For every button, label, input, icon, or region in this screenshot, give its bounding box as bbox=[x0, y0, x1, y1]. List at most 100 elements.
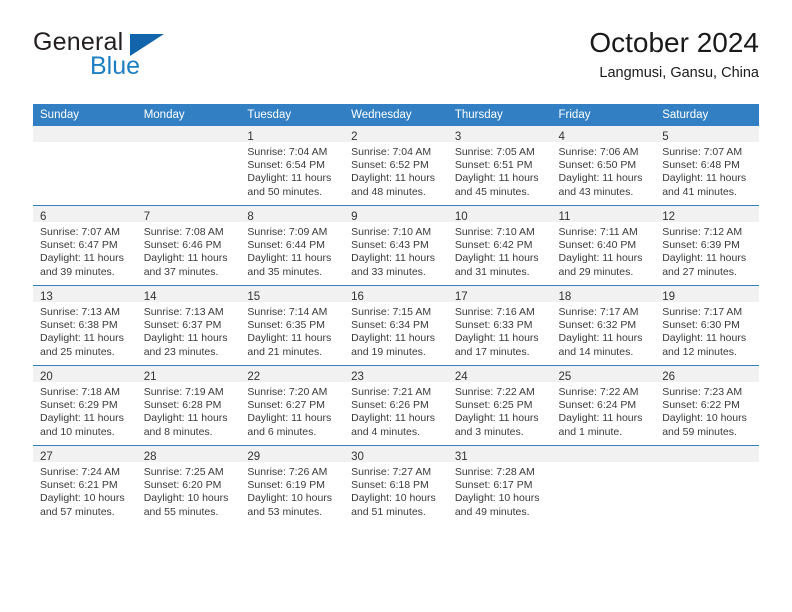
calendar-day-cell[interactable]: 17 Sunrise: 7:16 AM Sunset: 6:33 PM Dayligh… bbox=[447, 285, 552, 366]
day-number-strip: 12 bbox=[655, 206, 759, 223]
day-number: 23 bbox=[351, 371, 364, 383]
daylight-text-line1: Daylight: 11 hours bbox=[351, 252, 435, 265]
calendar-day-cell[interactable]: 14 Sunrise: 7:13 AM Sunset: 6:37 PM Dayligh… bbox=[136, 285, 241, 366]
calendar-day-cell[interactable]: 7 Sunrise: 7:08 AM Sunset: 6:46 PM Daylight… bbox=[136, 205, 241, 286]
daylight-text-line2: and 31 minutes. bbox=[454, 265, 530, 278]
calendar-day-cell[interactable]: 20 Sunrise: 7:18 AM Sunset: 6:29 PM Dayligh… bbox=[33, 365, 137, 446]
day-number: 7 bbox=[143, 211, 151, 223]
sunset-text: Sunset: 6:37 PM bbox=[143, 319, 222, 332]
calendar-day-cell[interactable]: 27 Sunrise: 7:24 AM Sunset: 6:21 PM Dayligh… bbox=[33, 445, 137, 525]
calendar-cell-empty bbox=[655, 445, 759, 525]
daylight-text-line2: and 50 minutes. bbox=[247, 185, 323, 198]
calendar-day-cell[interactable]: 5 Sunrise: 7:07 AM Sunset: 6:48 PM Daylight… bbox=[655, 126, 759, 206]
daylight-text-line2: and 51 minutes. bbox=[351, 505, 426, 518]
calendar-cell-empty bbox=[136, 126, 241, 206]
sunrise-text: Sunrise: 7:27 AM bbox=[351, 466, 432, 478]
day-cell-body: Sunrise: 7:04 AM Sunset: 6:54 PM Daylight:… bbox=[240, 142, 344, 199]
daylight-text-line2: and 48 minutes. bbox=[351, 185, 426, 198]
day-cell-body: Sunrise: 7:12 AM Sunset: 6:39 PM Daylight:… bbox=[655, 222, 759, 279]
day-number: 27 bbox=[40, 451, 53, 463]
day-number-strip: 3 bbox=[447, 126, 552, 143]
day-cell-body: Sunrise: 7:26 AM Sunset: 6:19 PM Daylight:… bbox=[240, 462, 344, 519]
daylight-text-line2: and 53 minutes. bbox=[247, 505, 323, 518]
calendar-day-cell[interactable]: 12 Sunrise: 7:12 AM Sunset: 6:39 PM Dayligh… bbox=[655, 205, 759, 286]
day-cell-body: Sunrise: 7:28 AM Sunset: 6:17 PM Daylight:… bbox=[448, 462, 552, 519]
day-number-strip: 22 bbox=[240, 366, 345, 383]
weekday-header-wednesday: Wednesday bbox=[344, 104, 448, 126]
daylight-text-line2: and 45 minutes. bbox=[454, 185, 530, 198]
daylight-text-line1: Daylight: 11 hours bbox=[662, 252, 747, 265]
calendar-day-cell[interactable]: 9 Sunrise: 7:10 AM Sunset: 6:43 PM Daylight… bbox=[344, 205, 448, 286]
day-cell-body: Sunrise: 7:21 AM Sunset: 6:26 PM Daylight:… bbox=[344, 382, 448, 439]
calendar-header-row: Sunday Monday Tuesday Wednesday Thursday… bbox=[33, 104, 759, 126]
calendar-day-cell[interactable]: 1 Sunrise: 7:04 AM Sunset: 6:54 PM Daylight… bbox=[240, 126, 345, 206]
daylight-text-line1: Daylight: 10 hours bbox=[40, 492, 125, 505]
sunset-text: Sunset: 6:20 PM bbox=[143, 479, 222, 492]
daylight-text-line1: Daylight: 11 hours bbox=[454, 172, 539, 185]
calendar-day-cell[interactable]: 19 Sunrise: 7:17 AM Sunset: 6:30 PM Dayligh… bbox=[655, 285, 759, 366]
day-number: 1 bbox=[247, 131, 254, 143]
day-number-strip: 24 bbox=[447, 366, 552, 383]
sunrise-text: Sunrise: 7:10 AM bbox=[454, 226, 535, 238]
day-number-strip: 14 bbox=[136, 286, 241, 303]
daylight-text-line1: Daylight: 11 hours bbox=[558, 332, 643, 345]
day-number-strip: 10 bbox=[447, 206, 552, 223]
calendar-day-cell[interactable]: 13 Sunrise: 7:13 AM Sunset: 6:38 PM Dayligh… bbox=[33, 285, 137, 366]
sunset-text: Sunset: 6:51 PM bbox=[454, 159, 533, 172]
calendar-day-cell[interactable]: 30 Sunrise: 7:27 AM Sunset: 6:18 PM Dayligh… bbox=[344, 445, 448, 525]
calendar-day-cell[interactable]: 3 Sunrise: 7:05 AM Sunset: 6:51 PM Daylight… bbox=[447, 126, 552, 206]
daylight-text-line1: Daylight: 10 hours bbox=[351, 492, 436, 505]
day-number: 17 bbox=[454, 291, 468, 303]
day-number-strip: 27 bbox=[33, 446, 137, 463]
calendar-day-cell[interactable]: 26 Sunrise: 7:23 AM Sunset: 6:22 PM Dayligh… bbox=[655, 365, 759, 446]
day-cell-body: Sunrise: 7:24 AM Sunset: 6:21 PM Daylight:… bbox=[33, 462, 137, 519]
daylight-text-line2: and 37 minutes. bbox=[143, 265, 219, 278]
day-number: 28 bbox=[143, 451, 157, 463]
day-cell-body: Sunrise: 7:05 AM Sunset: 6:51 PM Daylight:… bbox=[448, 142, 552, 199]
sunset-text: Sunset: 6:27 PM bbox=[247, 399, 326, 412]
calendar-day-cell[interactable]: 10 Sunrise: 7:10 AM Sunset: 6:42 PM Dayligh… bbox=[447, 205, 552, 286]
calendar-day-cell[interactable]: 24 Sunrise: 7:22 AM Sunset: 6:25 PM Dayligh… bbox=[447, 365, 552, 446]
day-number-strip: 5 bbox=[655, 126, 759, 143]
day-number: 10 bbox=[454, 211, 468, 223]
daylight-text-line2: and 39 minutes. bbox=[40, 265, 115, 278]
day-cell-body: Sunrise: 7:20 AM Sunset: 6:27 PM Daylight:… bbox=[240, 382, 344, 439]
sunrise-text: Sunrise: 7:19 AM bbox=[143, 386, 224, 398]
day-number-strip: 4 bbox=[551, 126, 656, 143]
calendar-day-cell[interactable]: 28 Sunrise: 7:25 AM Sunset: 6:20 PM Dayligh… bbox=[136, 445, 241, 525]
calendar-day-cell[interactable]: 22 Sunrise: 7:20 AM Sunset: 6:27 PM Dayligh… bbox=[240, 365, 345, 446]
calendar-day-cell[interactable]: 8 Sunrise: 7:09 AM Sunset: 6:44 PM Daylight… bbox=[240, 205, 345, 286]
daylight-text-line2: and 19 minutes. bbox=[351, 345, 426, 358]
calendar-day-cell[interactable]: 15 Sunrise: 7:14 AM Sunset: 6:35 PM Dayligh… bbox=[240, 285, 345, 366]
calendar-day-cell[interactable]: 29 Sunrise: 7:26 AM Sunset: 6:19 PM Dayligh… bbox=[240, 445, 345, 525]
weekday-header-tuesday: Tuesday bbox=[240, 104, 345, 126]
calendar-day-cell[interactable]: 2 Sunrise: 7:04 AM Sunset: 6:52 PM Daylight… bbox=[344, 126, 448, 206]
day-number: 25 bbox=[558, 371, 572, 383]
calendar-day-cell[interactable]: 23 Sunrise: 7:21 AM Sunset: 6:26 PM Dayligh… bbox=[344, 365, 448, 446]
weekday-header-thursday: Thursday bbox=[447, 104, 552, 126]
calendar-day-cell[interactable]: 21 Sunrise: 7:19 AM Sunset: 6:28 PM Dayligh… bbox=[136, 365, 241, 446]
general-blue-logo[interactable]: General Blue bbox=[33, 28, 253, 90]
day-cell-body: Sunrise: 7:10 AM Sunset: 6:43 PM Daylight:… bbox=[344, 222, 448, 279]
day-number: 31 bbox=[454, 451, 468, 463]
calendar-day-cell[interactable]: 31 Sunrise: 7:28 AM Sunset: 6:17 PM Dayligh… bbox=[447, 445, 552, 525]
sunset-text: Sunset: 6:21 PM bbox=[40, 479, 118, 492]
calendar-page: General Blue October 2024 Langmusi, Gans… bbox=[0, 0, 792, 612]
daylight-text-line2: and 17 minutes. bbox=[454, 345, 530, 358]
day-number-strip bbox=[551, 446, 656, 462]
calendar-day-cell[interactable]: 4 Sunrise: 7:06 AM Sunset: 6:50 PM Daylight… bbox=[551, 126, 656, 206]
calendar-day-cell[interactable]: 6 Sunrise: 7:07 AM Sunset: 6:47 PM Daylight… bbox=[33, 205, 137, 286]
calendar-day-cell[interactable]: 18 Sunrise: 7:17 AM Sunset: 6:32 PM Dayligh… bbox=[551, 285, 656, 366]
calendar-day-cell[interactable]: 11 Sunrise: 7:11 AM Sunset: 6:40 PM Dayligh… bbox=[551, 205, 656, 286]
daylight-text-line2: and 43 minutes. bbox=[558, 185, 634, 198]
day-cell-body: Sunrise: 7:07 AM Sunset: 6:48 PM Daylight:… bbox=[655, 142, 759, 199]
weekday-header-friday: Friday bbox=[551, 104, 656, 126]
day-cell-body: Sunrise: 7:25 AM Sunset: 6:20 PM Daylight:… bbox=[137, 462, 241, 519]
day-number: 16 bbox=[351, 291, 364, 303]
day-cell-body: Sunrise: 7:15 AM Sunset: 6:34 PM Daylight:… bbox=[344, 302, 448, 359]
sunrise-text: Sunrise: 7:13 AM bbox=[40, 306, 120, 318]
calendar-day-cell[interactable]: 16 Sunrise: 7:15 AM Sunset: 6:34 PM Dayligh… bbox=[344, 285, 448, 366]
calendar-day-cell[interactable]: 25 Sunrise: 7:22 AM Sunset: 6:24 PM Dayligh… bbox=[551, 365, 656, 446]
sunrise-text: Sunrise: 7:10 AM bbox=[351, 226, 432, 238]
day-cell-body: Sunrise: 7:07 AM Sunset: 6:47 PM Daylight:… bbox=[33, 222, 137, 279]
